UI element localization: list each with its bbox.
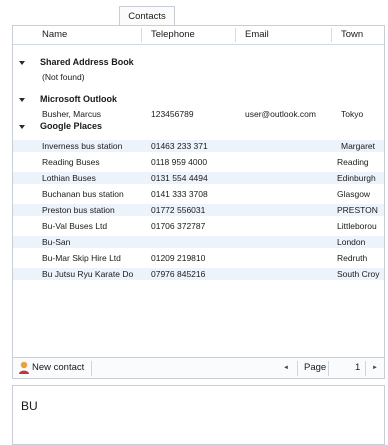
contact-telephone: 01772 556031 bbox=[151, 205, 206, 215]
contact-telephone: 01209 219810 bbox=[151, 253, 206, 263]
contact-name: Bu-San bbox=[42, 237, 71, 247]
contact-name: Bu Jutsu Ryu Karate Do bbox=[42, 269, 134, 279]
group-title: Microsoft Outlook bbox=[40, 94, 117, 104]
contact-name: Busher, Marcus bbox=[42, 109, 102, 119]
previous-page-icon[interactable]: ◄ bbox=[283, 358, 289, 378]
contact-telephone: 123456789 bbox=[151, 109, 194, 119]
table-row[interactable]: Preston bus station 01772 556031 PRESTON bbox=[13, 204, 384, 216]
group-title: Google Places bbox=[40, 121, 103, 131]
contact-name: Bu-Val Buses Ltd bbox=[42, 221, 108, 231]
group-header[interactable]: Shared Address Book bbox=[13, 56, 384, 68]
contact-telephone: 0141 333 3708 bbox=[151, 189, 208, 199]
contacts-panel: Name Telephone Email Town Shared Address… bbox=[12, 25, 385, 374]
table-row[interactable]: Reading Buses 0118 959 4000 Reading bbox=[13, 156, 384, 168]
table-row[interactable]: Bu-San London bbox=[13, 236, 384, 248]
group-header[interactable]: Microsoft Outlook bbox=[13, 93, 384, 105]
person-add-icon[interactable] bbox=[18, 361, 30, 375]
table-row[interactable]: Buchanan bus station 0141 333 3708 Glasg… bbox=[13, 188, 384, 200]
table-row[interactable]: Busher, Marcus 123456789 user@outlook.co… bbox=[13, 108, 384, 120]
contact-telephone: 01463 233 371 bbox=[151, 141, 208, 151]
next-page-icon[interactable]: ► bbox=[372, 358, 378, 378]
page-label: Page bbox=[304, 362, 327, 373]
contact-telephone: 07976 845216 bbox=[151, 269, 206, 279]
group-header[interactable]: Google Places bbox=[13, 120, 384, 132]
contact-telephone: 0118 959 4000 bbox=[151, 157, 208, 167]
contact-town: London bbox=[337, 237, 366, 247]
contact-town: PRESTON bbox=[337, 205, 378, 215]
page-number[interactable]: 1 bbox=[355, 358, 360, 378]
column-telephone[interactable]: Telephone bbox=[151, 26, 195, 44]
contact-name: Inverness bus station bbox=[42, 141, 123, 151]
tab-bar: Contacts bbox=[0, 0, 388, 26]
table-row[interactable]: (Not found) bbox=[13, 71, 384, 83]
group-title: Shared Address Book bbox=[40, 57, 134, 67]
contact-town: Reading bbox=[337, 157, 369, 167]
contact-telephone: 01706 372787 bbox=[151, 221, 206, 231]
column-town[interactable]: Town bbox=[341, 26, 363, 44]
column-email[interactable]: Email bbox=[245, 26, 269, 44]
contact-telephone: 0131 554 4494 bbox=[151, 173, 208, 183]
table-row[interactable]: Inverness bus station 01463 233 371 Marg… bbox=[13, 140, 384, 152]
contact-town: Littleborou bbox=[337, 221, 377, 231]
list-footer: New contact ◄ Page 1 ► bbox=[12, 357, 385, 379]
column-name[interactable]: Name bbox=[42, 26, 67, 44]
column-header: Name Telephone Email Town bbox=[13, 26, 384, 45]
contact-town: Glasgow bbox=[337, 189, 371, 199]
search-input[interactable]: BU bbox=[12, 385, 385, 445]
table-row[interactable]: Bu-Val Buses Ltd 01706 372787 Littleboro… bbox=[13, 220, 384, 232]
contact-name: Buchanan bus station bbox=[42, 189, 124, 199]
contact-town: Tokyo bbox=[341, 109, 364, 119]
contact-name: Preston bus station bbox=[42, 205, 115, 215]
contact-name: Lothian Buses bbox=[42, 173, 96, 183]
contact-town: Redruth bbox=[337, 253, 368, 263]
contact-town: South Croy bbox=[337, 269, 380, 279]
contact-email: user@outlook.com bbox=[245, 109, 316, 119]
contact-town: Margaret bbox=[341, 141, 376, 151]
table-row[interactable]: Bu-Mar Skip Hire Ltd 01209 219810 Redrut… bbox=[13, 252, 384, 264]
table-row[interactable]: Bu Jutsu Ryu Karate Do 07976 845216 Sout… bbox=[13, 268, 384, 280]
tab-contacts[interactable]: Contacts bbox=[119, 6, 175, 26]
table-row[interactable]: Lothian Buses 0131 554 4494 Edinburgh bbox=[13, 172, 384, 184]
contact-town: Edinburgh bbox=[337, 173, 376, 183]
new-contact-button[interactable]: New contact bbox=[32, 358, 84, 378]
contact-name: (Not found) bbox=[42, 72, 85, 82]
contact-name: Bu-Mar Skip Hire Ltd bbox=[42, 253, 121, 263]
contact-name: Reading Buses bbox=[42, 157, 100, 167]
